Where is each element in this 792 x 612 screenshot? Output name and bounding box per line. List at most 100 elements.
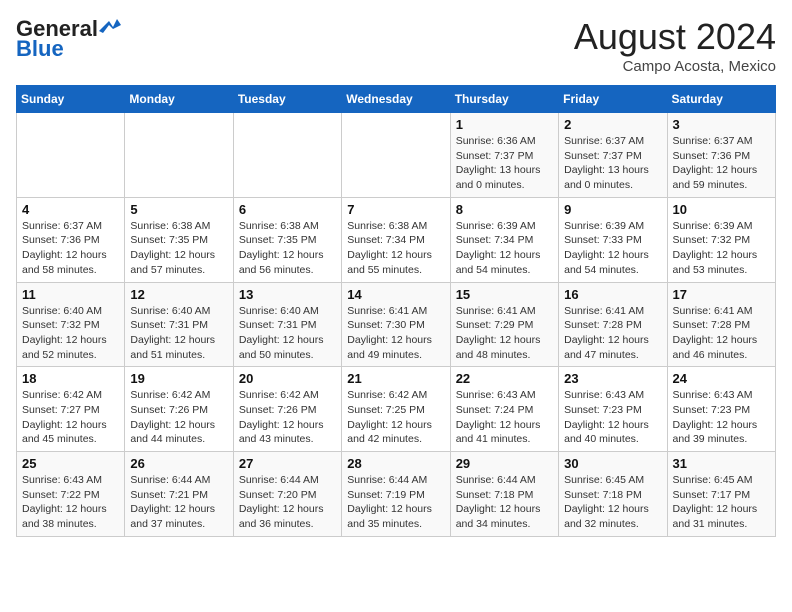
day-info: Sunrise: 6:41 AM Sunset: 7:28 PM Dayligh… — [564, 304, 661, 363]
calendar-cell: 2 Sunrise: 6:37 AM Sunset: 7:37 PM Daylig… — [559, 113, 667, 198]
location-subtitle: Campo Acosta, Mexico — [574, 58, 776, 75]
calendar-header: SundayMondayTuesdayWednesdayThursdayFrid… — [17, 86, 776, 113]
day-info: Sunrise: 6:41 AM Sunset: 7:30 PM Dayligh… — [347, 304, 444, 363]
day-info: Sunrise: 6:42 AM Sunset: 7:25 PM Dayligh… — [347, 388, 444, 447]
calendar-week-1: 1Sunrise: 6:36 AM Sunset: 7:37 PM Daylig… — [17, 113, 776, 198]
day-number: 13 — [239, 287, 336, 302]
day-info: Sunrise: 6:40 AM Sunset: 7:31 PM Dayligh… — [130, 304, 227, 363]
day-number: 11 — [22, 287, 119, 302]
calendar-cell: 13 Sunrise: 6:40 AM Sunset: 7:31 PM Dayli… — [233, 282, 341, 367]
day-info: Sunrise: 6:42 AM Sunset: 7:26 PM Dayligh… — [239, 388, 336, 447]
calendar-cell: 9 Sunrise: 6:39 AM Sunset: 7:33 PM Daylig… — [559, 197, 667, 282]
calendar-table: SundayMondayTuesdayWednesdayThursdayFrid… — [16, 85, 776, 537]
calendar-cell: 10 Sunrise: 6:39 AM Sunset: 7:32 PM Dayli… — [667, 197, 775, 282]
calendar-cell: 11 Sunrise: 6:40 AM Sunset: 7:32 PM Dayli… — [17, 282, 125, 367]
logo-bird-icon — [99, 19, 121, 35]
day-number: 3 — [673, 117, 770, 132]
day-info: Sunrise: 6:38 AM Sunset: 7:35 PM Dayligh… — [130, 219, 227, 278]
day-info: Sunrise: 6:45 AM Sunset: 7:18 PM Dayligh… — [564, 473, 661, 532]
day-info: Sunrise: 6:42 AM Sunset: 7:26 PM Dayligh… — [130, 388, 227, 447]
logo-blue: Blue — [16, 36, 64, 62]
day-number: 6 — [239, 202, 336, 217]
page-header: General Blue August 2024 Campo Acosta, M… — [16, 16, 776, 75]
calendar-cell: 21 Sunrise: 6:42 AM Sunset: 7:25 PM Dayli… — [342, 367, 450, 452]
calendar-cell: 1Sunrise: 6:36 AM Sunset: 7:37 PM Daylig… — [450, 113, 558, 198]
day-number: 5 — [130, 202, 227, 217]
day-number: 17 — [673, 287, 770, 302]
calendar-cell: 19 Sunrise: 6:42 AM Sunset: 7:26 PM Dayli… — [125, 367, 233, 452]
day-info: Sunrise: 6:37 AM Sunset: 7:37 PM Dayligh… — [564, 134, 661, 193]
calendar-cell: 31 Sunrise: 6:45 AM Sunset: 7:17 PM Dayli… — [667, 452, 775, 537]
calendar-cell: 7Sunrise: 6:38 AM Sunset: 7:34 PM Daylig… — [342, 197, 450, 282]
calendar-cell — [233, 113, 341, 198]
day-info: Sunrise: 6:43 AM Sunset: 7:23 PM Dayligh… — [673, 388, 770, 447]
day-info: Sunrise: 6:44 AM Sunset: 7:21 PM Dayligh… — [130, 473, 227, 532]
weekday-header-friday: Friday — [559, 86, 667, 113]
day-number: 23 — [564, 371, 661, 386]
calendar-cell: 8 Sunrise: 6:39 AM Sunset: 7:34 PM Daylig… — [450, 197, 558, 282]
day-number: 15 — [456, 287, 553, 302]
calendar-cell: 3Sunrise: 6:37 AM Sunset: 7:36 PM Daylig… — [667, 113, 775, 198]
day-number: 21 — [347, 371, 444, 386]
calendar-cell: 12 Sunrise: 6:40 AM Sunset: 7:31 PM Dayli… — [125, 282, 233, 367]
calendar-cell — [125, 113, 233, 198]
calendar-cell: 18Sunrise: 6:42 AM Sunset: 7:27 PM Dayli… — [17, 367, 125, 452]
calendar-body: 1Sunrise: 6:36 AM Sunset: 7:37 PM Daylig… — [17, 113, 776, 537]
day-info: Sunrise: 6:38 AM Sunset: 7:35 PM Dayligh… — [239, 219, 336, 278]
day-number: 1 — [456, 117, 553, 132]
calendar-cell: 28 Sunrise: 6:44 AM Sunset: 7:19 PM Dayli… — [342, 452, 450, 537]
day-number: 4 — [22, 202, 119, 217]
day-number: 12 — [130, 287, 227, 302]
day-info: Sunrise: 6:37 AM Sunset: 7:36 PM Dayligh… — [22, 219, 119, 278]
weekday-header-sunday: Sunday — [17, 86, 125, 113]
day-number: 28 — [347, 456, 444, 471]
day-number: 27 — [239, 456, 336, 471]
day-info: Sunrise: 6:43 AM Sunset: 7:23 PM Dayligh… — [564, 388, 661, 447]
day-info: Sunrise: 6:41 AM Sunset: 7:29 PM Dayligh… — [456, 304, 553, 363]
day-number: 7 — [347, 202, 444, 217]
calendar-cell: 29Sunrise: 6:44 AM Sunset: 7:18 PM Dayli… — [450, 452, 558, 537]
calendar-cell: 14 Sunrise: 6:41 AM Sunset: 7:30 PM Dayli… — [342, 282, 450, 367]
day-number: 2 — [564, 117, 661, 132]
calendar-cell: 17 Sunrise: 6:41 AM Sunset: 7:28 PM Dayli… — [667, 282, 775, 367]
day-info: Sunrise: 6:43 AM Sunset: 7:22 PM Dayligh… — [22, 473, 119, 532]
calendar-cell: 26Sunrise: 6:44 AM Sunset: 7:21 PM Dayli… — [125, 452, 233, 537]
day-number: 19 — [130, 371, 227, 386]
day-number: 14 — [347, 287, 444, 302]
day-number: 9 — [564, 202, 661, 217]
day-info: Sunrise: 6:45 AM Sunset: 7:17 PM Dayligh… — [673, 473, 770, 532]
day-info: Sunrise: 6:39 AM Sunset: 7:33 PM Dayligh… — [564, 219, 661, 278]
day-number: 24 — [673, 371, 770, 386]
day-number: 10 — [673, 202, 770, 217]
day-info: Sunrise: 6:39 AM Sunset: 7:32 PM Dayligh… — [673, 219, 770, 278]
calendar-week-5: 25Sunrise: 6:43 AM Sunset: 7:22 PM Dayli… — [17, 452, 776, 537]
weekday-header-tuesday: Tuesday — [233, 86, 341, 113]
calendar-cell: 25Sunrise: 6:43 AM Sunset: 7:22 PM Dayli… — [17, 452, 125, 537]
weekday-header-thursday: Thursday — [450, 86, 558, 113]
title-block: August 2024 Campo Acosta, Mexico — [574, 16, 776, 75]
weekday-header-row: SundayMondayTuesdayWednesdayThursdayFrid… — [17, 86, 776, 113]
day-info: Sunrise: 6:39 AM Sunset: 7:34 PM Dayligh… — [456, 219, 553, 278]
day-number: 8 — [456, 202, 553, 217]
day-info: Sunrise: 6:44 AM Sunset: 7:20 PM Dayligh… — [239, 473, 336, 532]
day-info: Sunrise: 6:42 AM Sunset: 7:27 PM Dayligh… — [22, 388, 119, 447]
day-number: 29 — [456, 456, 553, 471]
calendar-cell: 16 Sunrise: 6:41 AM Sunset: 7:28 PM Dayli… — [559, 282, 667, 367]
calendar-cell: 15 Sunrise: 6:41 AM Sunset: 7:29 PM Dayli… — [450, 282, 558, 367]
day-info: Sunrise: 6:40 AM Sunset: 7:32 PM Dayligh… — [22, 304, 119, 363]
day-info: Sunrise: 6:41 AM Sunset: 7:28 PM Dayligh… — [673, 304, 770, 363]
calendar-cell: 4 Sunrise: 6:37 AM Sunset: 7:36 PM Daylig… — [17, 197, 125, 282]
calendar-cell: 5 Sunrise: 6:38 AM Sunset: 7:35 PM Daylig… — [125, 197, 233, 282]
weekday-header-monday: Monday — [125, 86, 233, 113]
day-info: Sunrise: 6:40 AM Sunset: 7:31 PM Dayligh… — [239, 304, 336, 363]
calendar-cell: 27 Sunrise: 6:44 AM Sunset: 7:20 PM Dayli… — [233, 452, 341, 537]
weekday-header-saturday: Saturday — [667, 86, 775, 113]
day-number: 16 — [564, 287, 661, 302]
day-number: 30 — [564, 456, 661, 471]
calendar-cell: 23 Sunrise: 6:43 AM Sunset: 7:23 PM Dayli… — [559, 367, 667, 452]
calendar-week-3: 11 Sunrise: 6:40 AM Sunset: 7:32 PM Dayli… — [17, 282, 776, 367]
day-number: 31 — [673, 456, 770, 471]
calendar-cell: 6 Sunrise: 6:38 AM Sunset: 7:35 PM Daylig… — [233, 197, 341, 282]
calendar-cell — [17, 113, 125, 198]
day-info: Sunrise: 6:44 AM Sunset: 7:19 PM Dayligh… — [347, 473, 444, 532]
